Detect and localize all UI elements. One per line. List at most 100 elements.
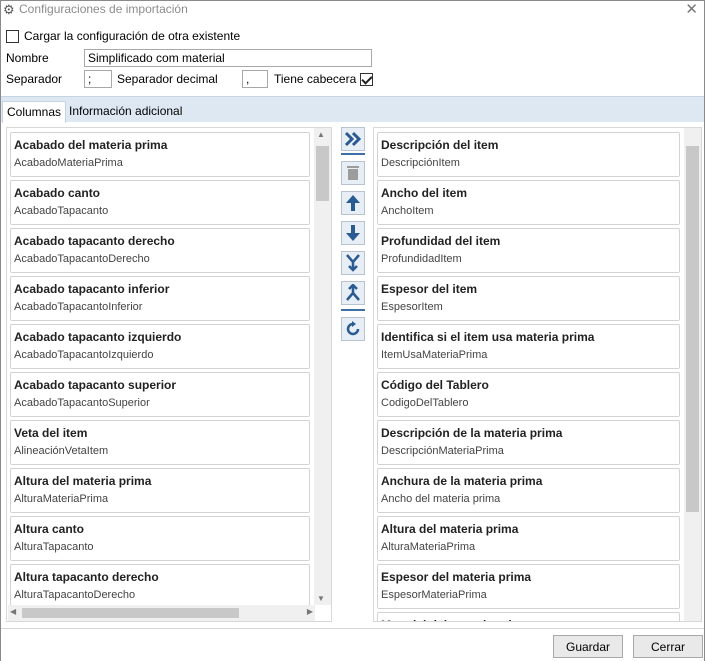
- list-item[interactable]: Espesor del item EspesorItem: [377, 276, 680, 321]
- left-vertical-scrollbar[interactable]: ▲ ▼: [314, 128, 331, 605]
- load-existing-checkbox[interactable]: [6, 29, 19, 43]
- scroll-down-icon[interactable]: ▼: [317, 594, 325, 603]
- item-key: ProfundidadItem: [381, 253, 462, 265]
- item-title: Material del materia prima: [381, 618, 529, 621]
- selected-columns-list[interactable]: Material del materia prima Espesor del ma…: [373, 127, 702, 622]
- list-item[interactable]: Acabado tapacanto inferior AcabadoTapacan…: [10, 276, 310, 321]
- item-key: EspesorMateriaPrima: [381, 589, 487, 601]
- nombre-label: Nombre: [6, 51, 49, 65]
- list-item[interactable]: Identifica si el item usa materia prima I…: [377, 324, 680, 369]
- divider: [341, 309, 365, 311]
- list-item[interactable]: Acabado tapacanto derecho AcabadoTapacant…: [10, 228, 310, 273]
- nombre-input[interactable]: [84, 49, 372, 67]
- list-item[interactable]: Descripción de la materia prima Descripci…: [377, 420, 680, 465]
- list-item[interactable]: Ancho del item AnchoItem: [377, 180, 680, 225]
- tab-bar: Columnas Información adicional: [1, 96, 704, 123]
- load-existing-label: Cargar la configuración de otra existent…: [24, 29, 241, 43]
- list-item[interactable]: Altura canto AlturaTapacanto: [10, 516, 310, 561]
- list-item[interactable]: Altura del materia prima AlturaMateriaPri…: [10, 468, 310, 513]
- item-title: Acabado tapacanto superior: [14, 378, 177, 392]
- item-key: ItemUsaMateriaPrima: [381, 349, 488, 361]
- item-title: Altura del materia prima: [381, 522, 519, 536]
- item-key: DescripciónMateriaPrima: [381, 445, 504, 457]
- split-icon: [346, 284, 360, 301]
- available-columns-list[interactable]: Altura tapacanto derecho AlturaTapacantoD…: [6, 127, 332, 622]
- refresh-button[interactable]: [341, 317, 365, 341]
- arrow-up-icon: [346, 195, 360, 211]
- tab-columnas[interactable]: Columnas: [2, 101, 67, 123]
- list-item[interactable]: Anchura de la materia prima Ancho del mat…: [377, 468, 680, 513]
- list-item[interactable]: Descripción del item DescripciónItem: [377, 132, 680, 177]
- close-icon[interactable]: ✕: [685, 0, 698, 18]
- import-config-window: ⚙ Configuraciones de importación ✕ Carga…: [0, 0, 705, 661]
- cabecera-label: Tiene cabecera: [274, 72, 357, 86]
- double-chevron-right-icon: [344, 131, 362, 147]
- item-title: Espesor del item: [381, 282, 478, 296]
- item-title: Altura canto: [14, 522, 85, 536]
- list-item[interactable]: Acabado tapacanto izquierdo AcabadoTapaca…: [10, 324, 310, 369]
- item-key: AcabadoMateriaPrima: [14, 157, 123, 169]
- move-up-button[interactable]: [341, 191, 365, 215]
- list-item[interactable]: Espesor del materia prima EspesorMateriaP…: [377, 564, 680, 609]
- list-item[interactable]: Código del Tablero CodigoDelTablero: [377, 372, 680, 417]
- list-item[interactable]: Altura tapacanto derecho AlturaTapacantoD…: [10, 564, 310, 609]
- list-item[interactable]: Acabado canto AcabadoTapacanto: [10, 180, 310, 225]
- cabecera-checkbox[interactable]: [360, 72, 374, 86]
- arrow-down-icon: [346, 225, 360, 241]
- refresh-icon: [346, 321, 360, 336]
- item-title: Profundidad del item: [381, 234, 501, 248]
- list-item[interactable]: Veta del item AlineaciónVetaItem: [10, 420, 310, 465]
- item-title: Altura tapacanto derecho: [14, 570, 159, 584]
- gear-icon: ⚙: [3, 2, 15, 17]
- scroll-left-icon[interactable]: ◀: [10, 607, 16, 616]
- item-title: Descripción de la materia prima: [381, 426, 563, 440]
- item-title: Acabado tapacanto inferior: [14, 282, 170, 296]
- item-key: AcabadoTapacanto: [14, 205, 109, 217]
- separators-row: Separador Separador decimal Tiene cabece…: [6, 70, 374, 88]
- move-down-button[interactable]: [341, 221, 365, 245]
- item-title: Espesor del materia prima: [381, 570, 532, 584]
- right-scroll-thumb[interactable]: [686, 146, 699, 512]
- dialog-footer: Guardar Cerrar: [1, 628, 704, 661]
- right-vertical-scrollbar[interactable]: [684, 128, 701, 621]
- scroll-up-icon[interactable]: ▲: [317, 130, 325, 139]
- item-key: EspesorItem: [381, 301, 443, 313]
- list-item[interactable]: Acabado tapacanto superior AcabadoTapacan…: [10, 372, 310, 417]
- merge-icon: [346, 254, 360, 272]
- item-key: AnchoItem: [381, 205, 434, 217]
- item-key: DescripciónItem: [381, 157, 460, 169]
- left-scroll-thumb[interactable]: [316, 146, 329, 201]
- item-title: Acabado canto: [14, 186, 101, 200]
- item-title: Identifica si el item usa materia prima: [381, 330, 595, 344]
- item-key: CodigoDelTablero: [381, 397, 469, 409]
- item-key: AlturaMateriaPrima: [14, 493, 109, 505]
- separador-label: Separador: [6, 72, 63, 86]
- cancel-button[interactable]: Cerrar: [633, 635, 703, 658]
- left-hscroll-thumb[interactable]: [22, 608, 239, 618]
- list-item[interactable]: Profundidad del item ProfundidadItem: [377, 228, 680, 273]
- item-title: Descripción del item: [381, 138, 499, 152]
- merge-button[interactable]: [341, 251, 365, 275]
- item-key: AcabadoTapacantoDerecho: [14, 253, 150, 265]
- item-key: AcabadoTapacantoIzquierdo: [14, 349, 154, 361]
- add-column-button[interactable]: [341, 127, 365, 151]
- trash-icon: [347, 166, 359, 180]
- left-horizontal-scrollbar[interactable]: ◀ ▶: [8, 605, 315, 621]
- split-button[interactable]: [341, 281, 365, 305]
- separador-input[interactable]: [84, 70, 112, 88]
- scroll-right-icon[interactable]: ▶: [307, 607, 313, 616]
- item-key: AcabadoTapacantoInferior: [14, 301, 143, 313]
- tab-informacion-adicional[interactable]: Información adicional: [65, 101, 186, 123]
- separador-decimal-input[interactable]: [242, 70, 268, 88]
- item-key: Ancho del materia prima: [381, 493, 501, 505]
- list-item[interactable]: Altura del materia prima AlturaMateriaPri…: [377, 516, 680, 561]
- item-key: AlineaciónVetaItem: [14, 445, 109, 457]
- load-existing-row: Cargar la configuración de otra existent…: [6, 29, 240, 43]
- item-title: Altura del materia prima: [14, 474, 152, 488]
- save-button[interactable]: Guardar: [553, 635, 623, 658]
- list-item[interactable]: Acabado del materia prima AcabadoMateriaP…: [10, 132, 310, 177]
- item-title: Acabado tapacanto derecho: [14, 234, 175, 248]
- remove-column-button[interactable]: [341, 161, 365, 185]
- list-item[interactable]: Material del materia prima: [377, 612, 680, 621]
- item-title: Acabado tapacanto izquierdo: [14, 330, 182, 344]
